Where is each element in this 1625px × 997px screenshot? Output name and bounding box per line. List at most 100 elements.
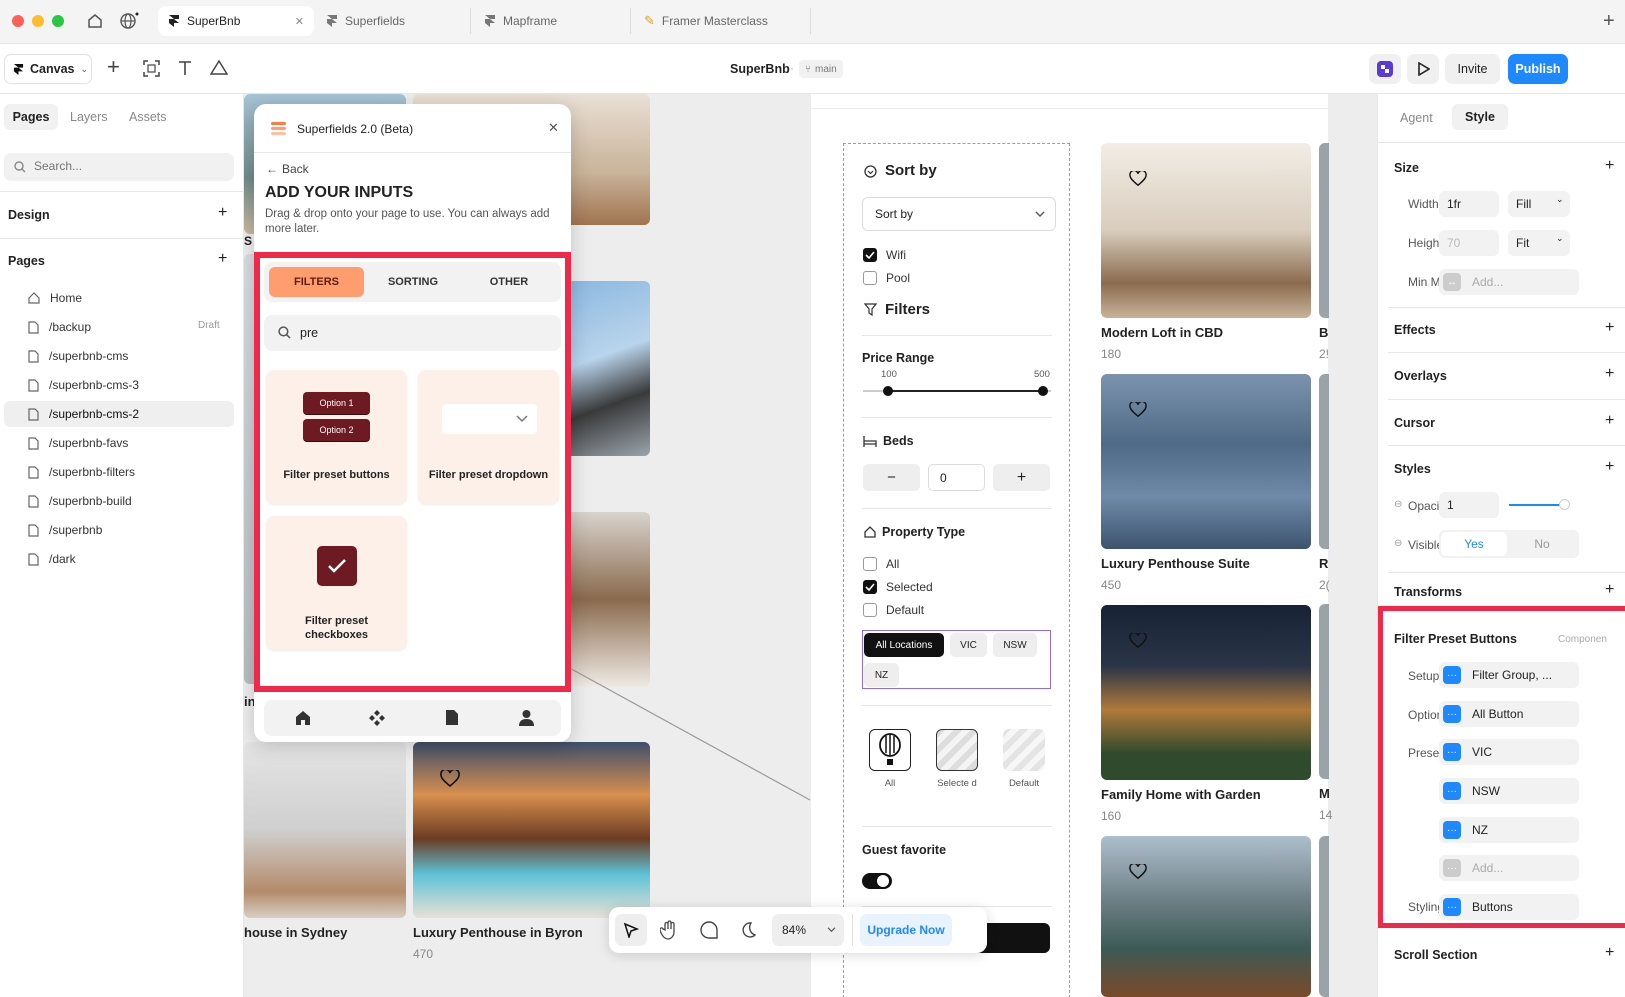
add-scroll-section-icon[interactable]: + — [1605, 944, 1614, 962]
document-icon[interactable] — [445, 709, 459, 726]
listing-image[interactable] — [1101, 143, 1311, 318]
height-mode-select[interactable]: Fit ⌄ — [1508, 230, 1570, 256]
heart-icon[interactable] — [1129, 402, 1147, 418]
opacity-input[interactable]: 1 — [1439, 492, 1499, 518]
property-selected-checkbox[interactable] — [863, 580, 877, 594]
hand-icon[interactable] — [660, 920, 678, 940]
add-size-icon[interactable]: + — [1605, 157, 1614, 175]
minmax-input[interactable]: ↔ Add... — [1439, 269, 1579, 295]
height-input[interactable]: 70 — [1439, 230, 1499, 256]
width-mode-select[interactable]: Fill ⌄ — [1508, 191, 1570, 217]
visible-toggle-icon[interactable]: ⊖ — [1394, 538, 1402, 549]
add-effect-icon[interactable]: + — [1605, 319, 1614, 337]
close-tab-icon[interactable]: ✕ — [295, 15, 304, 28]
select-tool-button[interactable] — [615, 914, 647, 946]
add-cursor-icon[interactable]: + — [1605, 412, 1614, 430]
canvas-menu-button[interactable]: Canvas ⌄ — [4, 54, 92, 84]
tab-style[interactable]: Style — [1452, 104, 1508, 130]
upgrade-now-button[interactable]: Upgrade Now — [860, 914, 952, 946]
page-item[interactable]: /superbnb-favs — [28, 432, 128, 454]
add-page-icon[interactable]: + — [218, 250, 227, 268]
filter-preset-dropdown-card[interactable]: Filter preset dropdown — [418, 370, 559, 504]
page-item[interactable]: /superbnb-cms — [28, 345, 128, 367]
property-all-checkbox[interactable] — [863, 557, 877, 571]
tab-superfields[interactable]: Superfields — [316, 6, 466, 36]
frame-icon[interactable] — [143, 60, 160, 77]
beds-decrement-button[interactable]: − — [863, 464, 920, 491]
home-icon[interactable] — [295, 710, 311, 726]
listing-image[interactable] — [1101, 836, 1311, 997]
component-icon[interactable] — [369, 710, 385, 726]
page-item[interactable]: /backup — [28, 316, 91, 338]
plugin-search-field[interactable]: pre — [264, 315, 561, 351]
home-icon[interactable] — [86, 12, 104, 30]
heart-icon[interactable] — [440, 770, 460, 788]
setup-field[interactable]: ··· Filter Group, ... — [1439, 662, 1579, 688]
moon-icon[interactable] — [739, 921, 757, 939]
tab-agent[interactable]: Agent — [1400, 111, 1433, 125]
search-input[interactable] — [34, 159, 214, 173]
page-item[interactable]: /superbnb — [28, 519, 102, 541]
property-default-checkbox[interactable] — [863, 603, 877, 617]
property-icon-selected[interactable] — [936, 729, 978, 771]
price-max-handle[interactable] — [1038, 386, 1048, 396]
width-input[interactable]: 1fr — [1439, 191, 1499, 217]
opacity-toggle-icon[interactable]: ⊖ — [1394, 499, 1402, 510]
invite-button[interactable]: Invite — [1445, 54, 1500, 84]
property-icon-all[interactable] — [869, 729, 911, 771]
opacity-slider-handle[interactable] — [1559, 499, 1570, 510]
page-item[interactable]: /superbnb-filters — [28, 461, 135, 483]
close-plugin-icon[interactable]: ✕ — [548, 120, 559, 136]
visible-no-option[interactable]: No — [1509, 532, 1575, 556]
options-field[interactable]: ··· All Button — [1439, 701, 1579, 727]
filter-preset-checkboxes-card[interactable]: Filter preset checkboxes — [266, 516, 407, 650]
canvas[interactable]: S in house in Sydney Luxury Penthouse in… — [244, 94, 1377, 997]
add-overlay-icon[interactable]: + — [1605, 365, 1614, 383]
zoom-select[interactable]: 84% — [772, 914, 844, 946]
preset-field[interactable]: ··· VIC — [1439, 739, 1579, 765]
location-all-button[interactable]: All Locations — [864, 633, 944, 657]
wifi-checkbox[interactable] — [863, 248, 877, 262]
sort-select[interactable]: Sort by — [862, 197, 1056, 231]
text-tool-icon[interactable] — [177, 60, 193, 76]
preset-field[interactable]: ··· NSW — [1439, 778, 1579, 804]
add-design-icon[interactable]: + — [218, 204, 227, 222]
location-vic-button[interactable]: VIC — [950, 633, 987, 657]
tab-sorting[interactable]: SORTING — [367, 267, 459, 297]
tab-other[interactable]: OTHER — [462, 267, 556, 297]
maximize-window-button[interactable] — [52, 15, 64, 27]
guest-favorite-toggle[interactable] — [862, 873, 892, 889]
tab-mapframe[interactable]: Mapframe — [474, 6, 624, 36]
branch-badge[interactable]: ⑂ main — [799, 60, 843, 78]
tab-framer-masterclass[interactable]: ✎ Framer Masterclass — [634, 6, 804, 36]
preset-field[interactable]: ··· NZ — [1439, 817, 1579, 843]
add-style-icon[interactable]: + — [1605, 458, 1614, 476]
property-icon-default[interactable] — [1003, 729, 1045, 771]
heart-icon[interactable] — [1129, 171, 1147, 187]
location-nsw-button[interactable]: NSW — [993, 633, 1037, 657]
vector-tool-icon[interactable] — [210, 59, 228, 76]
new-tab-icon[interactable]: + — [1603, 10, 1615, 33]
styling-field[interactable]: ··· Buttons — [1439, 894, 1579, 920]
add-preset-field[interactable]: ··· Add... — [1439, 855, 1579, 881]
globe-icon[interactable] — [119, 11, 139, 31]
filter-preset-buttons-card[interactable]: Option 1 Option 2 Filter preset buttons — [266, 370, 407, 504]
filters-sidebar-frame[interactable]: Sort by Sort by Wifi Pool Filters Price … — [843, 143, 1070, 997]
tab-filters[interactable]: FILTERS — [269, 267, 364, 297]
pool-checkbox[interactable] — [863, 271, 877, 285]
listing-image[interactable] — [1101, 374, 1311, 549]
search-field[interactable] — [4, 153, 234, 181]
heart-icon[interactable] — [1129, 633, 1147, 649]
page-item[interactable]: /dark — [28, 548, 76, 570]
location-nz-button[interactable]: NZ — [864, 663, 899, 687]
listing-image[interactable] — [1101, 605, 1311, 780]
visible-yes-option[interactable]: Yes — [1441, 532, 1507, 556]
close-window-button[interactable] — [12, 15, 24, 27]
insert-icon[interactable]: + — [107, 54, 120, 80]
preview-button[interactable] — [1407, 54, 1439, 84]
page-item[interactable]: Home — [28, 287, 82, 309]
tab-superbnb[interactable]: SuperBnb ✕ — [158, 6, 314, 36]
tab-pages[interactable]: Pages — [4, 104, 58, 130]
back-link[interactable]: ← Back — [266, 162, 309, 176]
price-min-handle[interactable] — [883, 386, 893, 396]
